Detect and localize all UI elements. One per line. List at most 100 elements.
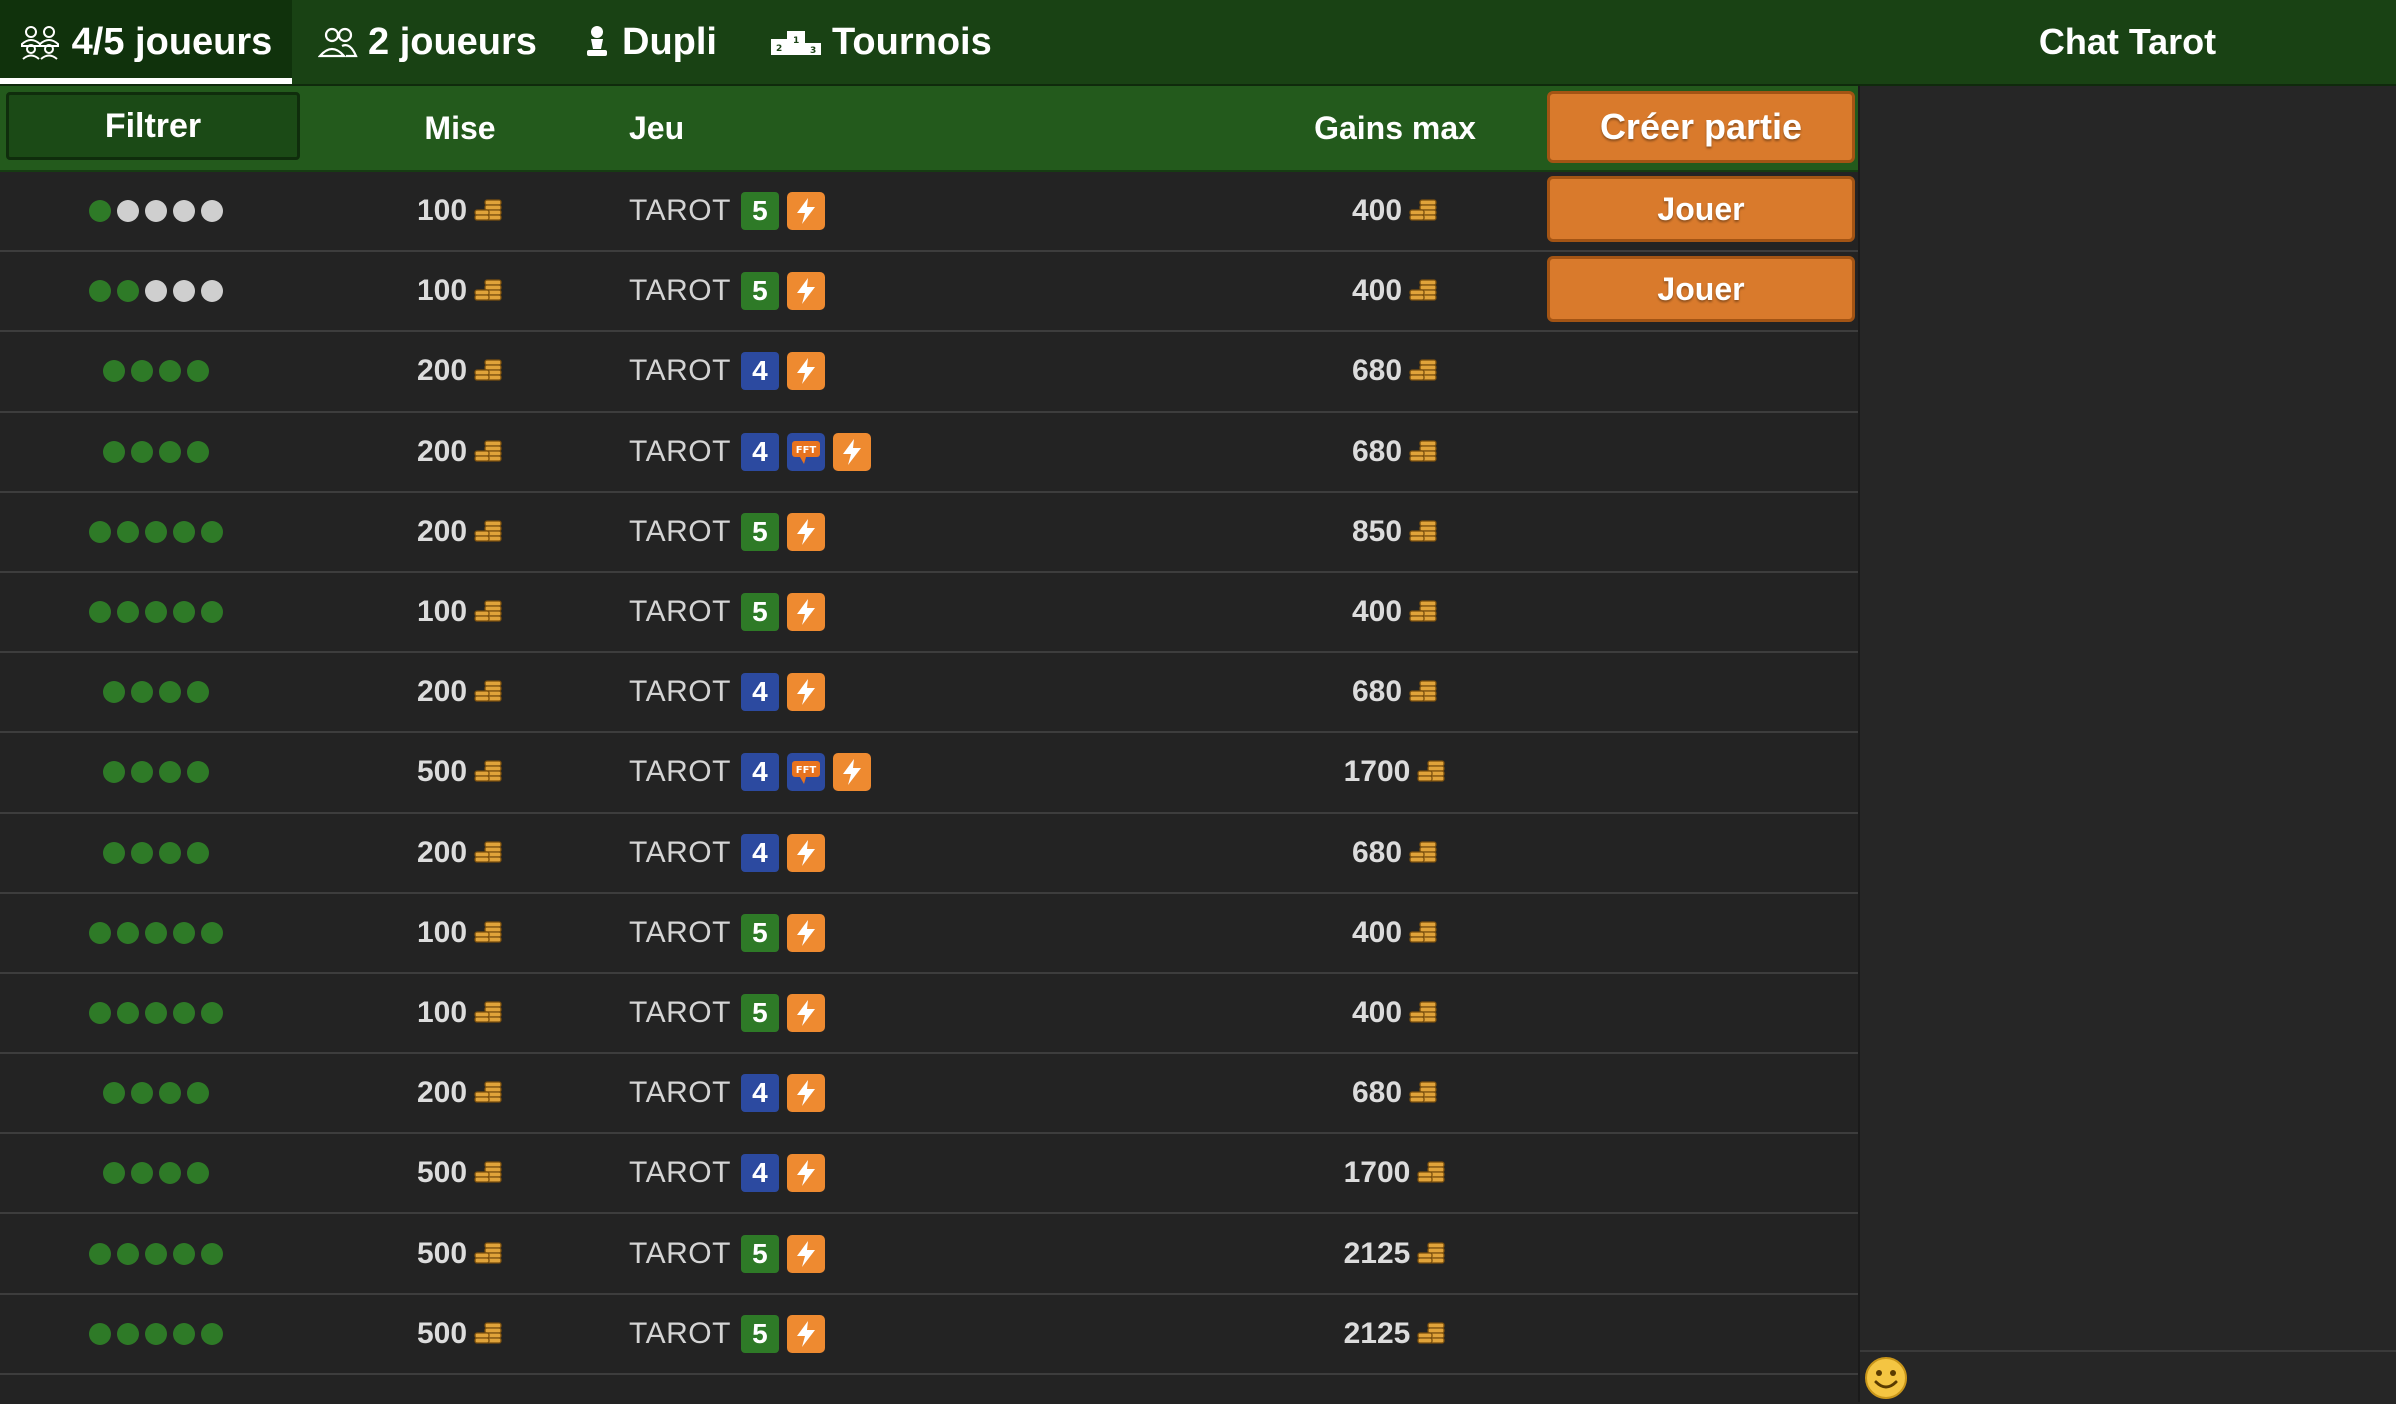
coins-icon [1409,680,1437,702]
seat-dot [89,1242,111,1265]
seat-dot [89,520,111,543]
pawn-icon [587,26,607,56]
table-row[interactable]: 200 TAROT 4 680 [0,332,1858,413]
coins-icon [1417,1241,1446,1264]
stake-text: 100 [416,595,468,629]
table-row[interactable]: 500 TAROT 5 2125 [0,1214,1858,1295]
player-count-badge: 4 [740,352,779,391]
stake-value: 500 [360,733,560,811]
fast-game-icon [786,1154,825,1193]
table-row[interactable]: 500 TAROT 5 2125 [0,1295,1858,1375]
seats-indicator [0,894,312,972]
table-row[interactable]: 100 TAROT 5 400 Jouer [0,252,1858,333]
max-gain-value: 1700 [1290,1134,1500,1212]
svg-text:3: 3 [810,46,816,56]
table-row[interactable]: 100 TAROT 5 400 Jouer [0,172,1858,253]
podium-icon: 1 2 3 [771,31,821,56]
seat-dot [159,360,181,383]
game-info: TAROT 4 [629,332,825,410]
coins-icon [474,1001,502,1023]
chat-input[interactable] [1860,1350,2396,1404]
seats-indicator [0,332,312,410]
game-info: TAROT 5 [629,1214,825,1292]
tab-dupli[interactable]: Dupli [582,0,717,84]
table-row[interactable]: 100 TAROT 5 400 [0,974,1858,1055]
seat-dot [187,841,209,864]
seat-dot [173,1001,195,1024]
seat-dot [89,200,111,223]
seat-dot [103,440,125,463]
fast-game-icon [786,1234,825,1273]
tab-tournois[interactable]: 1 2 3 Tournois [770,0,992,84]
stake-value: 200 [360,413,560,491]
max-gain-value: 2125 [1290,1295,1500,1373]
seat-dot [131,1162,153,1185]
coins-icon [1409,440,1437,462]
fast-game-icon [832,753,871,792]
fast-game-icon [786,913,825,952]
game-list: 100 TAROT 5 400 Jouer 100 TAROT 5 400 Jouer 200 TAR… [0,172,1858,1375]
tab-2-players[interactable]: 2 joueurs [318,0,537,84]
max-gain-value: 680 [1290,413,1500,491]
game-name: TAROT [629,1316,731,1350]
fast-game-icon [786,512,825,551]
play-button[interactable]: Jouer [1547,176,1855,242]
seat-dot [159,1162,181,1185]
player-count-badge: 4 [740,673,779,712]
max-gain-value: 400 [1290,573,1500,651]
fast-game-icon [786,673,825,712]
smiley-icon[interactable] [1864,1356,1908,1400]
table-row[interactable]: 200 TAROT 4 680 [0,653,1858,734]
coins-icon [1409,359,1437,382]
seat-dot [117,200,139,223]
seats-indicator [0,1054,312,1132]
game-name: TAROT [629,675,731,709]
seat-dot [145,1322,167,1345]
game-name: TAROT [629,595,731,629]
seat-dot [187,440,209,463]
table-row[interactable]: 100 TAROT 5 400 [0,573,1858,654]
stake-value: 100 [360,172,560,250]
svg-text:FFT: FFT [796,445,817,456]
seat-dot [201,1242,223,1265]
table-row[interactable]: 100 TAROT 5 400 [0,894,1858,974]
seat-dot [131,360,153,383]
stake-value: 200 [360,1054,560,1132]
seat-dot [117,520,139,543]
seat-dot [131,1082,153,1105]
table-row[interactable]: 200 TAROT 4 680 [0,1054,1858,1135]
max-gain-text: 400 [1351,995,1403,1029]
stake-text: 100 [416,274,468,308]
max-gain-value: 850 [1290,493,1500,571]
table-row[interactable]: 200 TAROT 4 680 [0,814,1858,894]
coins-icon [474,1322,502,1344]
seat-dot [145,921,167,944]
game-info: TAROT 5 [629,573,825,651]
max-gain-value: 400 [1290,894,1500,972]
max-gain-text: 400 [1351,274,1403,308]
seat-dot [117,1322,139,1345]
fast-game-icon [786,593,825,632]
table-row[interactable]: 200 TAROT 4 FFT 680 [0,413,1858,493]
filter-button[interactable]: Filtrer [6,92,300,160]
seat-dot [173,601,195,624]
seats-indicator [0,172,312,250]
game-name: TAROT [629,1236,731,1270]
seat-dot [103,1082,125,1105]
stake-value: 200 [360,493,560,571]
table-row[interactable]: 500 TAROT 4 1700 [0,1134,1858,1215]
seat-dot [173,1322,195,1345]
play-button[interactable]: Jouer [1547,256,1855,323]
stake-text: 200 [416,1076,468,1110]
coins-icon [474,600,502,622]
coins-icon [1417,1161,1446,1183]
table-row[interactable]: 200 TAROT 5 850 [0,493,1858,573]
coins-icon [1409,840,1437,863]
game-info: TAROT 4 [629,814,825,892]
tab-4-5-players[interactable]: 4/5 joueurs [0,0,292,84]
max-gain-text: 680 [1351,835,1403,869]
create-game-button[interactable]: Créer partie [1547,91,1855,163]
table-row[interactable]: 500 TAROT 4 FFT 1700 [0,733,1858,814]
seat-dot [201,921,223,944]
seats-indicator [0,653,312,731]
